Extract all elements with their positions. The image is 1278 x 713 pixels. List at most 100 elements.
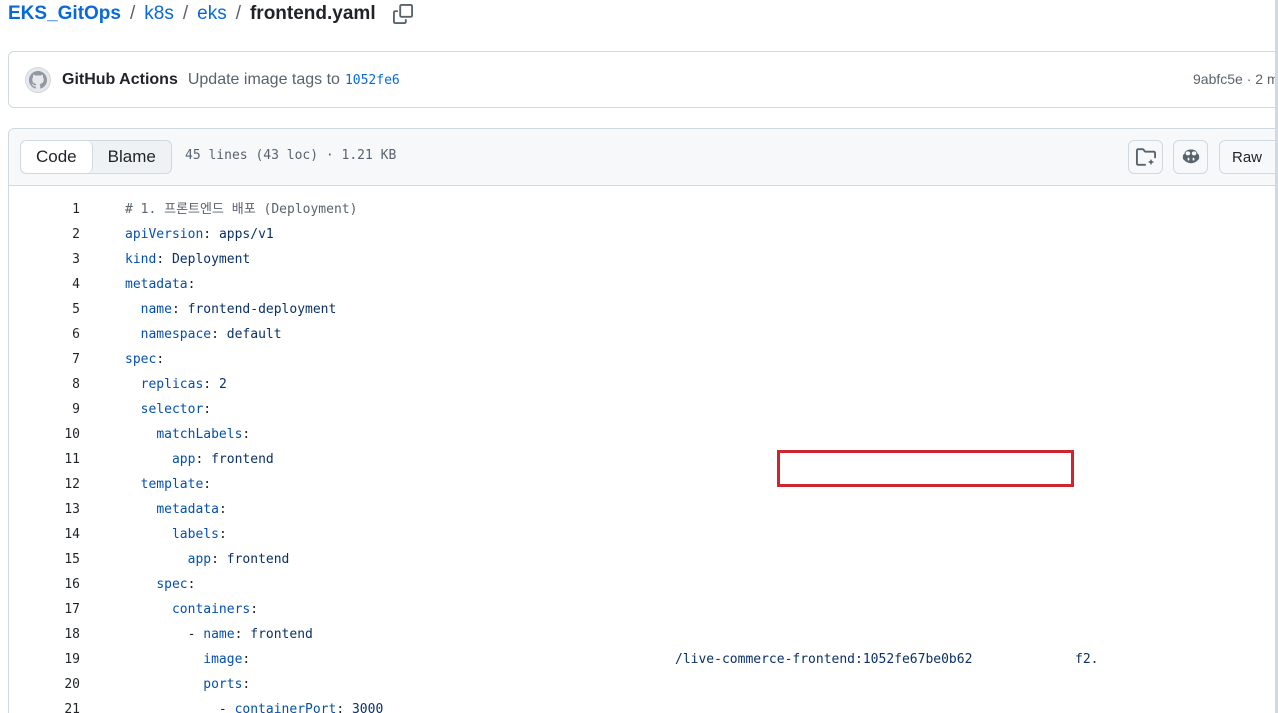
- line-content: ports:: [203, 677, 251, 692]
- line-number[interactable]: 4: [9, 273, 80, 296]
- commit-message[interactable]: Update image tags to 1052fe6: [188, 71, 400, 89]
- commit-hash-and-time[interactable]: 9abfc5e · 2 m: [1193, 71, 1278, 87]
- tab-blame[interactable]: Blame: [93, 141, 171, 173]
- code-line: 16 spec:: [9, 573, 1278, 598]
- line-number[interactable]: 14: [9, 523, 80, 546]
- breadcrumb-k8s-link[interactable]: k8s: [144, 3, 174, 25]
- line-number[interactable]: 2: [9, 223, 80, 246]
- yaml-value: Deployment: [171, 252, 251, 267]
- yaml-key: metadata: [125, 277, 188, 292]
- breadcrumb-eks-link[interactable]: eks: [197, 3, 227, 25]
- raw-button[interactable]: Raw: [1219, 140, 1278, 174]
- yaml-value: 3000: [351, 702, 384, 713]
- line-number[interactable]: 15: [9, 548, 80, 571]
- code-view: 1 # 1. 프론트엔드 배포 (Deployment) 2 apiVersion: …: [9, 186, 1278, 713]
- line-number[interactable]: 16: [9, 573, 80, 596]
- yaml-key: name: [203, 627, 235, 642]
- line-number[interactable]: 7: [9, 348, 80, 371]
- commit-sha-link[interactable]: 1052fe6: [345, 73, 400, 88]
- yaml-key: containers: [171, 602, 251, 617]
- yaml-value: frontend: [211, 452, 274, 467]
- line-number[interactable]: 11: [9, 448, 80, 471]
- yaml-key: spec: [156, 577, 188, 592]
- code-line: 5 name: frontend-deployment: [9, 298, 1278, 323]
- line-content: - containerPort: 3000: [125, 698, 383, 713]
- line-number[interactable]: 6: [9, 323, 80, 346]
- copilot-icon[interactable]: [1173, 140, 1208, 174]
- yaml-key: replicas: [140, 377, 204, 392]
- line-content: name: frontend-deployment: [140, 302, 337, 317]
- line-number[interactable]: 10: [9, 423, 80, 446]
- code-comment: # 1. 프론트엔드 배포 (Deployment): [125, 202, 358, 217]
- yaml-value: frontend: [226, 552, 290, 567]
- github-actions-avatar[interactable]: [25, 66, 51, 93]
- file-header: Code Blame 45 lines (43 loc) · 1.21 KB R…: [9, 129, 1278, 186]
- breadcrumb: EKS_GitOps / k8s / eks / frontend.yaml: [8, 1, 414, 27]
- breadcrumb-current-file: frontend.yaml: [249, 3, 376, 24]
- code-line: 4 metadata:: [9, 273, 1278, 298]
- breadcrumb-separator: /: [235, 3, 241, 24]
- code-line: 1 # 1. 프론트엔드 배포 (Deployment): [9, 198, 1278, 223]
- yaml-key: labels: [171, 527, 219, 542]
- line-number[interactable]: 18: [9, 623, 80, 646]
- line-content: spec:: [125, 352, 165, 367]
- code-line: 14 labels:: [9, 523, 1278, 548]
- breadcrumb-separator: /: [129, 3, 136, 24]
- yaml-key: spec: [125, 352, 157, 367]
- code-line: 6 namespace: default: [9, 323, 1278, 348]
- line-number[interactable]: 8: [9, 373, 80, 396]
- code-line: 20 ports:: [9, 673, 1278, 698]
- line-content: selector:: [140, 402, 212, 417]
- yaml-key: kind: [125, 252, 157, 267]
- line-content: metadata:: [125, 277, 196, 292]
- line-content: app: frontend: [187, 552, 290, 567]
- code-line: 9 selector:: [9, 398, 1278, 423]
- yaml-value: apps/v1: [218, 227, 274, 242]
- line-content: - name: frontend: [125, 627, 313, 642]
- line-number[interactable]: 20: [9, 673, 80, 696]
- code-line: 19 image:/live-commerce-frontend:1052fe6…: [9, 648, 1278, 673]
- line-number[interactable]: 9: [9, 398, 80, 421]
- line-content: metadata:: [156, 502, 227, 517]
- line-number[interactable]: 19: [9, 648, 80, 671]
- code-line: 17 containers:: [9, 598, 1278, 623]
- line-content: containers:: [171, 602, 259, 617]
- line-content: replicas: 2: [140, 377, 227, 392]
- yaml-key: matchLabels: [156, 427, 243, 442]
- breadcrumb-separator: /: [182, 3, 189, 24]
- line-content: template:: [140, 477, 212, 492]
- copy-path-icon[interactable]: [392, 3, 414, 25]
- yaml-key: metadata: [156, 502, 219, 517]
- line-number[interactable]: 1: [9, 198, 80, 221]
- yaml-value: frontend-deployment: [187, 302, 337, 317]
- code-line: 10 matchLabels:: [9, 423, 1278, 448]
- line-content: namespace: default: [140, 327, 282, 342]
- line-content: kind: Deployment: [125, 252, 251, 267]
- file-stats: 45 lines (43 loc) · 1.21 KB: [185, 148, 397, 163]
- file-tree-icon[interactable]: [1128, 140, 1163, 174]
- yaml-value: default: [226, 327, 282, 342]
- line-number[interactable]: 5: [9, 298, 80, 321]
- line-number[interactable]: 12: [9, 473, 80, 496]
- yaml-key: image: [203, 652, 243, 667]
- yaml-key: name: [140, 302, 172, 317]
- file-viewer: Code Blame 45 lines (43 loc) · 1.21 KB R…: [8, 128, 1278, 713]
- tab-code[interactable]: Code: [21, 141, 93, 173]
- line-number[interactable]: 17: [9, 598, 80, 621]
- code-line: 7 spec:: [9, 348, 1278, 373]
- commit-author[interactable]: GitHub Actions: [62, 71, 178, 89]
- code-line: 11 app: frontend: [9, 448, 1278, 473]
- code-line: 12 template:: [9, 473, 1278, 498]
- breadcrumb-repo-link[interactable]: EKS_GitOps: [8, 3, 121, 25]
- line-number[interactable]: 21: [9, 698, 80, 713]
- line-content: matchLabels:: [156, 427, 251, 442]
- code-line: 18 - name: frontend: [9, 623, 1278, 648]
- image-reference-end: f2.: [1075, 652, 1099, 667]
- image-reference: /live-commerce-frontend:1052fe67be0b62: [675, 652, 973, 667]
- code-line: 2 apiVersion: apps/v1: [9, 223, 1278, 248]
- yaml-value: 2: [218, 377, 227, 392]
- yaml-value: frontend: [250, 627, 313, 642]
- line-number[interactable]: 13: [9, 498, 80, 521]
- yaml-key: selector: [140, 402, 204, 417]
- line-number[interactable]: 3: [9, 248, 80, 271]
